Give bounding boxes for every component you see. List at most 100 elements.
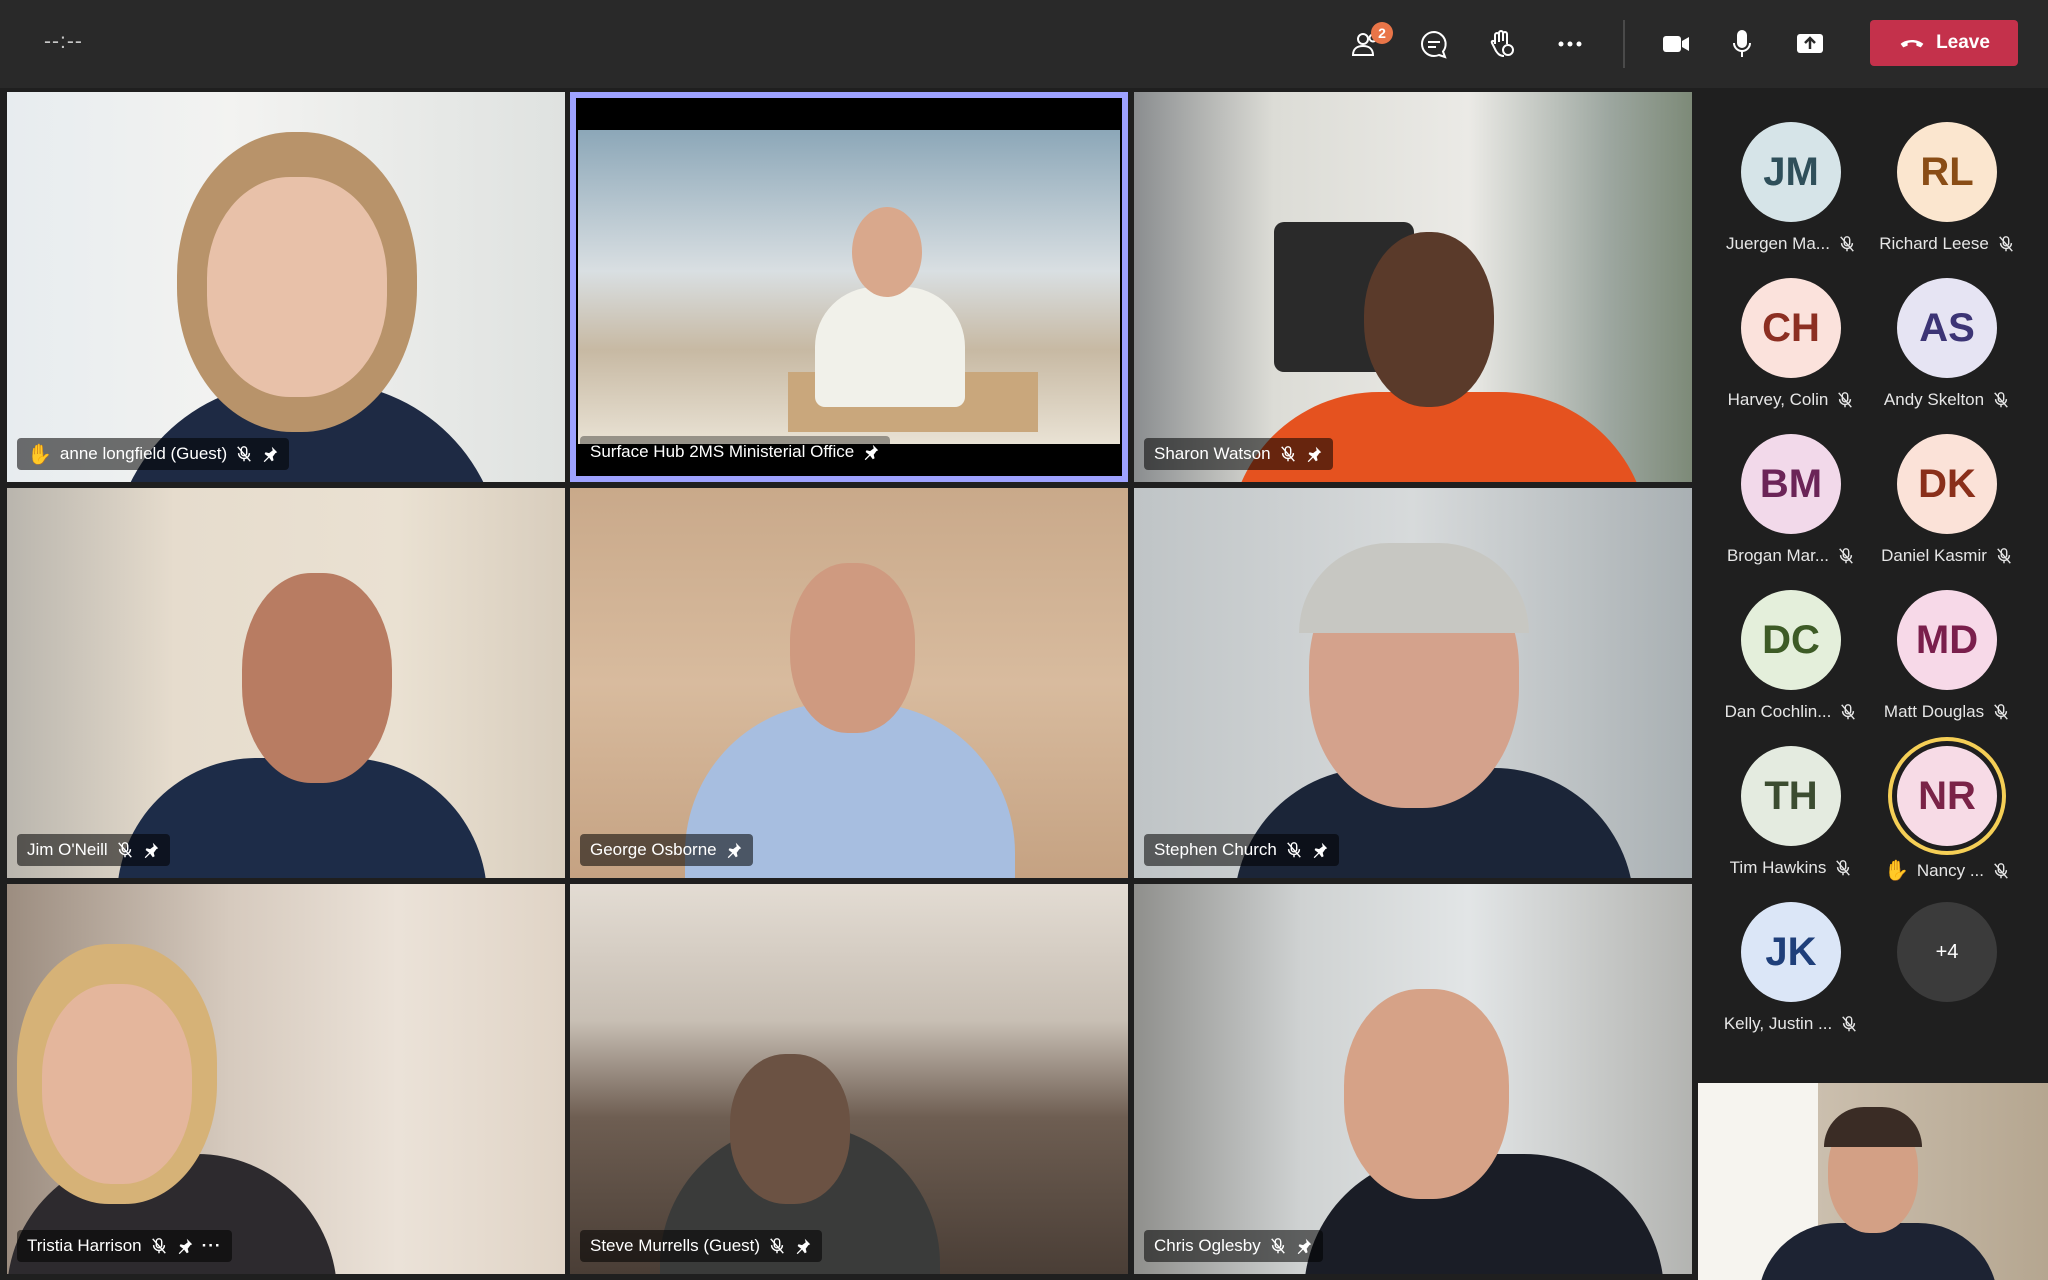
muted-mic-icon (770, 1238, 784, 1254)
participant-name: Chris Oglesby (1154, 1236, 1261, 1255)
raised-hand-icon: ✋ (1884, 860, 1909, 882)
avatar: DC (1741, 590, 1841, 690)
person-silhouette (242, 573, 392, 783)
more-options-icon[interactable]: ··· (202, 1236, 222, 1256)
avatar: CH (1741, 278, 1841, 378)
muted-mic-icon (1839, 548, 1853, 564)
video-tile-tristia-harrison[interactable]: Tristia Harrison ··· (7, 884, 565, 1274)
pin-icon[interactable] (725, 841, 743, 859)
name-tag: George Osborne (580, 834, 753, 866)
name-tag: Sharon Watson (1144, 438, 1333, 470)
leave-button[interactable]: Leave (1870, 20, 2018, 66)
muted-mic-icon (1287, 842, 1301, 858)
avatar: AS (1897, 278, 1997, 378)
ellipsis-icon (1558, 41, 1582, 47)
toolbar-divider (1623, 20, 1625, 68)
video-tile-stephen-church[interactable]: Stephen Church (1134, 488, 1692, 878)
participant-name: Matt Douglas (1883, 702, 1985, 721)
pin-icon[interactable] (862, 443, 880, 461)
avatar: BM (1741, 434, 1841, 534)
participant-rl[interactable]: RL Richard Leese (1872, 122, 2022, 272)
pin-icon[interactable] (1311, 841, 1329, 859)
video-tile-sharon-watson[interactable]: Sharon Watson (1134, 92, 1692, 482)
participant-name: Daniel Kasmir (1881, 546, 1987, 565)
pin-icon[interactable] (1295, 1237, 1313, 1255)
participant-name: Jim O'Neill (27, 840, 108, 859)
participant-label: Andy Skelton (1872, 390, 2022, 410)
pin-icon[interactable] (176, 1237, 194, 1255)
video-tile-george-osborne[interactable]: George Osborne (570, 488, 1128, 878)
participant-bm[interactable]: BM Brogan Mar... (1716, 434, 1866, 584)
participant-label: Daniel Kasmir (1872, 546, 2022, 566)
avatar: JK (1741, 902, 1841, 1002)
more-participants-button[interactable]: +4 (1872, 902, 2022, 1052)
muted-mic-icon (1841, 704, 1856, 720)
participant-name: George Osborne (590, 840, 717, 859)
participant-md[interactable]: MD Matt Douglas (1872, 590, 2022, 740)
participant-name: Richard Leese (1879, 234, 1989, 253)
person-silhouette (730, 1054, 850, 1204)
share-screen-icon (1797, 34, 1823, 53)
pin-icon[interactable] (142, 841, 160, 859)
participant-jk[interactable]: JK Kelly, Justin ... (1716, 902, 1866, 1052)
person-silhouette (42, 984, 192, 1184)
muted-mic-icon (1842, 1016, 1857, 1032)
muted-mic-icon (237, 446, 252, 462)
participant-label: Tim Hawkins (1716, 858, 1866, 878)
participant-as[interactable]: AS Andy Skelton (1872, 278, 2022, 428)
participant-name: Surface Hub 2MS Ministerial Office (590, 442, 855, 461)
participant-name: Stephen Church (1154, 840, 1277, 859)
name-tag: Stephen Church (1144, 834, 1339, 866)
participant-jm[interactable]: JM Juergen Ma... (1716, 122, 1866, 272)
participant-label: Dan Cochlin... (1716, 702, 1866, 722)
participant-name: Brogan Mar... (1726, 546, 1830, 565)
video-tile-steve-murrells[interactable]: Steve Murrells (Guest) (570, 884, 1128, 1274)
muted-mic-icon (1994, 704, 2008, 720)
video-tile-chris-oglesby[interactable]: Chris Oglesby (1134, 884, 1692, 1274)
video-tile-anne-longfield[interactable]: ✋ anne longfield (Guest) (7, 92, 565, 482)
more-actions-button[interactable] (1547, 22, 1593, 66)
video-tile-jim-oneill[interactable]: Jim O'Neill (7, 488, 565, 878)
chat-icon (1421, 30, 1447, 59)
person-silhouette (1344, 989, 1509, 1199)
participants-badge: 2 (1371, 22, 1393, 44)
pin-icon[interactable] (261, 445, 279, 463)
person-silhouette (1364, 232, 1494, 407)
participant-dk[interactable]: DK Daniel Kasmir (1872, 434, 2022, 584)
participant-name: Tim Hawkins (1729, 858, 1827, 877)
share-button[interactable] (1787, 22, 1833, 66)
muted-mic-icon (117, 842, 132, 858)
pin-icon[interactable] (1305, 445, 1323, 463)
chat-button[interactable] (1411, 22, 1457, 66)
participant-ch[interactable]: CH Harvey, Colin (1716, 278, 1866, 428)
muted-mic-icon (1994, 862, 2008, 879)
participant-name: Tristia Harrison (27, 1236, 142, 1255)
reactions-button[interactable] (1479, 22, 1525, 66)
muted-mic-icon (1840, 236, 1854, 252)
participant-name: Andy Skelton (1883, 390, 1985, 409)
raised-hand-icon: ✋ (27, 443, 52, 466)
camera-button[interactable] (1653, 22, 1699, 66)
participant-label: Kelly, Justin ... (1716, 1014, 1866, 1034)
participant-name: Kelly, Justin ... (1723, 1014, 1833, 1033)
participant-name: Harvey, Colin (1727, 390, 1829, 409)
video-tile-surface-hub[interactable]: Surface Hub 2MS Ministerial Office (570, 92, 1128, 482)
camera-icon (1663, 36, 1689, 52)
participant-nr[interactable]: NR ✋ Nancy ... (1872, 746, 2022, 896)
microphone-button[interactable] (1719, 22, 1765, 66)
participant-dc[interactable]: DC Dan Cochlin... (1716, 590, 1866, 740)
self-view-video[interactable] (1698, 1083, 2048, 1280)
participant-th[interactable]: TH Tim Hawkins (1716, 746, 1866, 896)
meeting-toolbar: --:-- 2 Leave (0, 0, 2048, 88)
overflow-count: +4 (1897, 902, 1997, 1002)
person-silhouette (207, 177, 387, 397)
participants-button[interactable]: 2 (1343, 22, 1393, 66)
name-tag: Surface Hub 2MS Ministerial Office (580, 436, 891, 468)
participant-name: Juergen Ma... (1726, 234, 1830, 253)
pin-icon[interactable] (794, 1237, 812, 1255)
name-tag: Jim O'Neill (17, 834, 170, 866)
avatar: MD (1897, 590, 1997, 690)
muted-mic-icon (1998, 236, 2013, 252)
muted-mic-icon (1270, 1238, 1285, 1254)
person-silhouette (852, 207, 922, 297)
